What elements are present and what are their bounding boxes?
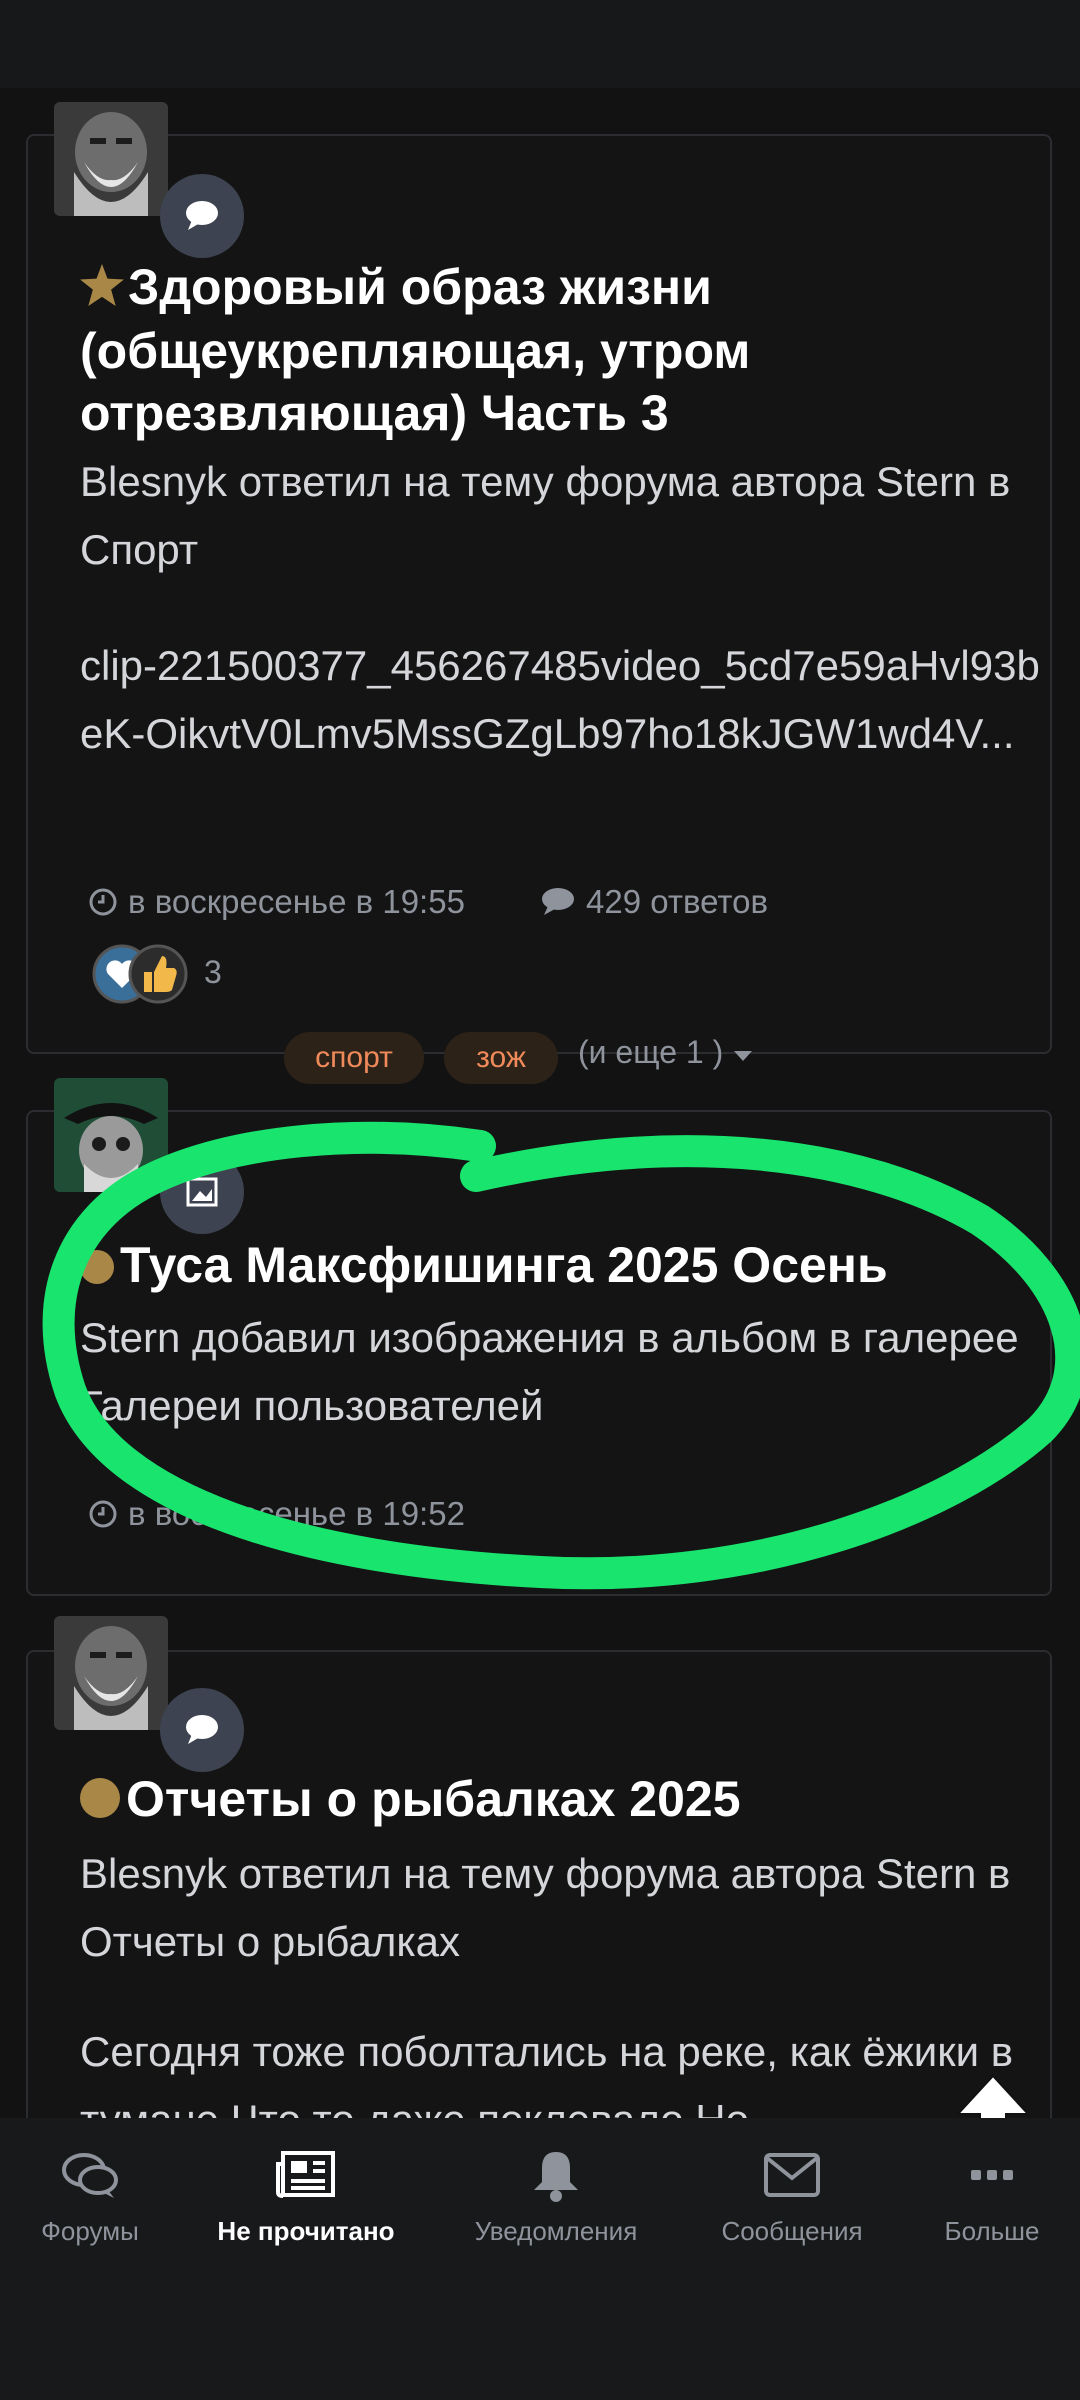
activity-description: Blesnyk ответил на тему форума автора St… xyxy=(80,1850,1011,1965)
nav-unread[interactable]: Не прочитано xyxy=(198,2140,414,2247)
thread-title-text: Туса Максфишинга 2025 Осень xyxy=(120,1237,888,1293)
reactions[interactable]: 3 xyxy=(92,940,242,1010)
status-bar xyxy=(0,0,1080,88)
nav-label: Сообщения xyxy=(721,2216,863,2246)
clock-icon xyxy=(89,1500,117,1528)
post-time-text: в воскресенье в 19:55 xyxy=(128,883,465,920)
avatar[interactable] xyxy=(54,1616,168,1730)
nav-label: Форумы xyxy=(41,2216,139,2246)
nav-label: Уведомления xyxy=(474,2216,638,2246)
thread-title[interactable]: Отчеты о рыбалках 2025 xyxy=(80,1768,1020,1830)
nav-label: Не прочитано xyxy=(217,2216,395,2246)
clock-icon xyxy=(89,888,117,916)
avatar[interactable] xyxy=(54,1078,168,1192)
star-icon xyxy=(80,258,124,320)
reply-count-text: 429 ответов xyxy=(586,883,769,920)
nav-notifications[interactable]: Уведомления xyxy=(448,2140,664,2247)
post-time-text: в воскресенье в 19:52 xyxy=(128,1495,465,1532)
chevron-down-icon xyxy=(734,1051,753,1061)
thread-title-text: Здоровый образ жизни (общеукрепляющая, у… xyxy=(80,259,751,441)
prefix-dot-icon xyxy=(80,1778,120,1818)
more-tags[interactable]: (и еще 1 ) xyxy=(578,1034,754,1071)
speech-bubble-icon xyxy=(160,174,244,258)
nav-more[interactable]: Больше xyxy=(884,2140,1080,2247)
thumbs-up-icon xyxy=(128,944,188,1004)
bell-icon xyxy=(448,2140,664,2210)
thread-title-text: Отчеты о рыбалках 2025 xyxy=(126,1771,741,1827)
avatar[interactable] xyxy=(54,102,168,216)
tag-sport[interactable]: спорт xyxy=(284,1032,424,1084)
speech-bubble-icon xyxy=(542,888,574,915)
nav-label: Больше xyxy=(944,2216,1040,2246)
activity-description: Stern добавил изображения в альбом в гал… xyxy=(80,1314,1019,1429)
image-icon xyxy=(160,1150,244,1234)
tag-zozh[interactable]: зож xyxy=(444,1032,558,1084)
envelope-icon xyxy=(684,2140,900,2210)
bottom-navigation: Форумы Не прочитано Уведомления Сообщени… xyxy=(0,2118,1080,2400)
reply-count: 429 ответов xyxy=(540,883,768,921)
reaction-count: 3 xyxy=(204,954,222,990)
forums-icon xyxy=(0,2140,198,2210)
post-snippet: clip-221500377_456267485video_5cd7e59aHv… xyxy=(80,642,1040,757)
speech-bubble-icon xyxy=(160,1688,244,1772)
activity-feed: Здоровый образ жизни (общеукрепляющая, у… xyxy=(0,88,1080,2118)
more-dots-icon xyxy=(884,2140,1080,2210)
post-time: в воскресенье в 19:55 xyxy=(88,883,465,921)
prefix-dot-icon xyxy=(80,1250,114,1284)
activity-description: Blesnyk ответил на тему форума автора St… xyxy=(80,458,1011,573)
more-tags-text: (и еще 1 ) xyxy=(578,1034,724,1070)
post-time: в воскресенье в 19:52 xyxy=(88,1495,465,1533)
nav-messages[interactable]: Сообщения xyxy=(684,2140,900,2247)
newspaper-icon xyxy=(198,2140,414,2210)
thread-title[interactable]: Здоровый образ жизни (общеукрепляющая, у… xyxy=(80,256,1020,444)
nav-forums[interactable]: Форумы xyxy=(0,2140,198,2247)
post-snippet: Сегодня тоже поболтались на реке, как ёж… xyxy=(80,2028,1014,2118)
thread-title[interactable]: Туса Максфишинга 2025 Осень xyxy=(80,1234,1020,1296)
